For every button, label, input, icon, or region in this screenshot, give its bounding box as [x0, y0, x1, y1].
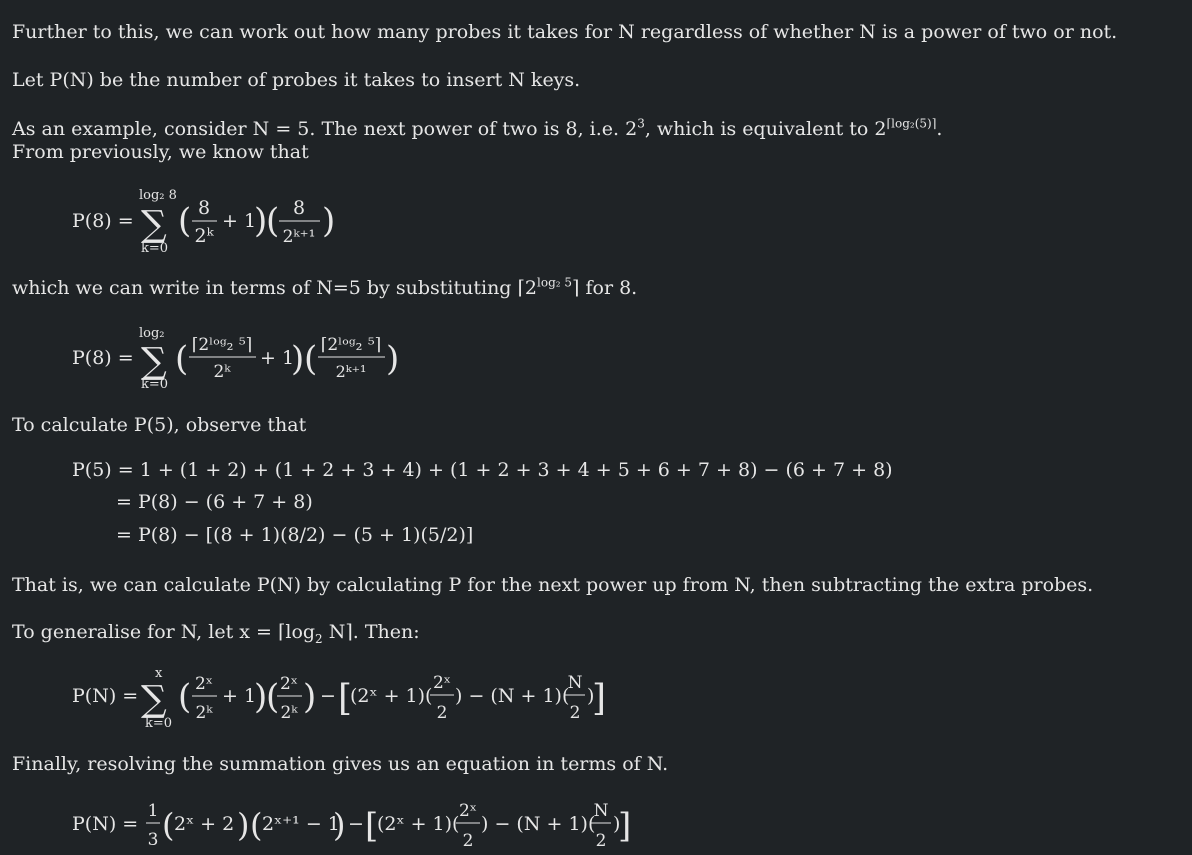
eq1-plus1: + 1: [222, 210, 256, 232]
paragraph-example: As an example, consider N = 5. The next …: [12, 117, 942, 141]
eq3-line1: P(5) = 1 + (1 + 2) + (1 + 2 + 3 + 4) + (…: [72, 459, 893, 481]
eq2-plus1: + 1: [260, 347, 294, 369]
eq5-paren-open-1: (: [162, 806, 174, 844]
paragraph-that-is: That is, we can calculate P(N) by calcul…: [12, 574, 1094, 596]
eq4-sigma: ∑: [141, 679, 167, 720]
generalise-text-a: To generalise for N, let x = ⌈log: [12, 621, 316, 643]
eq1-frac2-den: 2ᵏ⁺¹: [283, 227, 316, 247]
substitute-text-b: ⌉ for 8.: [572, 277, 638, 299]
eq4-paren-close-2: ): [303, 677, 316, 717]
example-exponent: 3: [637, 116, 645, 131]
eq5-paren-close-1: ): [237, 806, 249, 844]
eq3-line2: = P(8) − (6 + 7 + 8): [116, 491, 313, 513]
eq1-sum-top: log₂ 8: [139, 188, 177, 203]
eq1-frac1-num: 8: [198, 197, 210, 219]
equation-pn-closed-form: P(N) = 1 3 ( 2ˣ + 2 ) ( 2ˣ⁺¹ − 1 ) − [ (…: [0, 788, 1192, 855]
eq3-line3: = P(8) − [(8 + 1)(8/2) − (5 + 1)(5/2)]: [116, 524, 474, 546]
eq5-lhs: P(N) =: [72, 813, 138, 835]
eq4-bracket-b: ) − (N + 1)(: [455, 685, 569, 707]
eq2-frac1-den: 2ᵏ: [213, 362, 231, 382]
eq1-paren-close-2: ): [322, 201, 335, 241]
paragraph-generalise: To generalise for N, let x = ⌈log2 N⌉. T…: [12, 620, 420, 646]
eq5-frac-den: 3: [148, 830, 159, 850]
eq4-bracket-close: ]: [592, 678, 606, 719]
eq4-br-frac1-den: 2: [437, 703, 448, 723]
eq1-frac1-den: 2ᵏ: [194, 225, 214, 247]
paragraph-finally: Finally, resolving the summation gives u…: [12, 753, 669, 775]
eq4-lhs: P(N) =: [72, 685, 138, 707]
eq5-br-frac2-den: 2: [596, 831, 607, 851]
substitute-exponent: log₂ 5: [537, 275, 573, 290]
equation-p8-substituted: P(8) = log₂ ∑ k=0 ( ⌈2ˡᵒᵍ₂ ⁵⌉ 2ᵏ + 1 ) (…: [0, 316, 1192, 406]
eq5-bracket-a: (2ˣ + 1)(: [377, 813, 459, 835]
eq2-sum-top: log₂: [139, 326, 165, 341]
eq1-sum-bottom: k=0: [141, 241, 168, 256]
generalise-log-base: 2: [315, 631, 323, 646]
eq2-paren-open-1: (: [175, 339, 188, 379]
eq4-plus1: + 1: [222, 685, 256, 707]
paragraph-intro: Further to this, we can work out how man…: [12, 21, 1118, 43]
eq4-minus: −: [320, 685, 336, 707]
eq5-group2: 2ˣ⁺¹ − 1: [262, 813, 340, 835]
eq1-sigma: ∑: [141, 204, 167, 245]
eq5-br-frac2-num: N: [594, 801, 609, 821]
eq5-br-frac1-den: 2: [463, 831, 474, 851]
equation-p8-sum: P(8) = log₂ 8 ∑ k=0 ( 8 2ᵏ + 1 ) ( 8 2ᵏ⁺…: [0, 180, 1192, 270]
eq5-paren-close-2: ): [333, 806, 345, 844]
eq4-sum-bottom: k=0: [145, 716, 172, 731]
example-exponent-ceil: ⌈log₂(5)⌉: [886, 116, 937, 131]
eq5-group1: 2ˣ + 2: [174, 813, 234, 835]
eq2-frac1-num: ⌈2ˡᵒᵍ₂ ⁵⌉: [192, 335, 253, 355]
eq1-paren-open-1: (: [178, 201, 191, 241]
eq2-paren-close-1: ): [291, 339, 304, 379]
eq2-frac2-num: ⌈2ˡᵒᵍ₂ ⁵⌉: [321, 335, 382, 355]
eq4-br-frac2-den: 2: [570, 703, 581, 723]
eq5-frac-num: 1: [148, 801, 159, 821]
eq4-paren-open-2: (: [266, 677, 279, 717]
equation-pn-sum: P(N) = x ∑ k=0 ( 2ˣ 2ᵏ + 1 ) ( 2ˣ 2ᵏ ) −…: [0, 658, 1192, 748]
eq5-minus: −: [348, 813, 364, 835]
eq1-paren-open-2: (: [266, 201, 279, 241]
eq1-lhs: P(8) =: [72, 210, 134, 232]
eq4-br-frac1-num: 2ˣ: [433, 673, 451, 693]
substitute-text-a: which we can write in terms of N=5 by su…: [12, 277, 538, 299]
example-text-b: , which is equivalent to 2: [644, 118, 887, 140]
generalise-text-b: N⌉. Then:: [322, 621, 420, 643]
eq4-frac1-den: 2ᵏ: [195, 703, 213, 723]
eq4-frac2-den: 2ᵏ: [280, 703, 298, 723]
eq2-lhs: P(8) =: [72, 347, 134, 369]
eq4-br-frac2-num: N: [568, 673, 583, 693]
eq5-br-frac1-num: 2ˣ: [459, 801, 477, 821]
eq4-paren-open-1: (: [178, 677, 191, 717]
eq5-bracket-b: ) − (N + 1)(: [481, 813, 595, 835]
example-text-a: As an example, consider N = 5. The next …: [12, 118, 638, 140]
eq4-frac2-num: 2ˣ: [280, 674, 298, 694]
paragraph-previously: From previously, we know that: [12, 141, 309, 163]
eq2-paren-close-2: ): [386, 339, 399, 379]
eq1-frac2-num: 8: [293, 197, 305, 219]
eq4-bracket-a: (2ˣ + 1)(: [350, 685, 432, 707]
paragraph-substitute: which we can write in terms of N=5 by su…: [12, 276, 637, 300]
paragraph-calculate-p5: To calculate P(5), observe that: [12, 414, 307, 436]
paragraph-definition: Let P(N) be the number of probes it take…: [12, 69, 581, 91]
eq4-frac1-num: 2ˣ: [195, 674, 213, 694]
eq2-sum-bottom: k=0: [141, 377, 168, 392]
eq2-sigma: ∑: [141, 341, 167, 382]
eq2-paren-open-2: (: [304, 339, 317, 379]
eq2-frac2-den: 2ᵏ⁺¹: [336, 362, 367, 381]
example-text-c: .: [936, 118, 943, 140]
eq5-bracket-close: ]: [618, 806, 631, 846]
eq5-paren-open-2: (: [250, 806, 262, 844]
